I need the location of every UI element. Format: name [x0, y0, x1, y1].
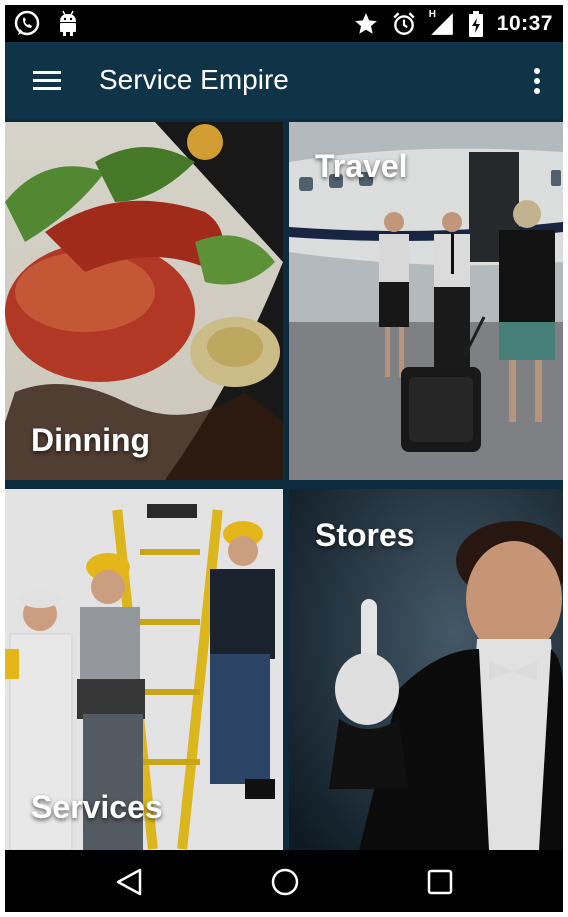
battery-charging-icon	[467, 10, 485, 38]
hamburger-menu-icon[interactable]	[31, 64, 65, 98]
app-bar: Service Empire	[5, 42, 563, 119]
tile-stores[interactable]: Stores	[289, 489, 563, 850]
star-icon	[353, 11, 379, 37]
tile-services[interactable]: Services	[5, 489, 283, 850]
android-icon	[55, 10, 81, 38]
tile-label-dinning: Dinning	[31, 422, 151, 458]
status-bar: H 10:37	[5, 5, 563, 42]
alarm-icon	[391, 11, 417, 37]
signal-icon: H	[428, 9, 455, 37]
recents-icon[interactable]	[424, 866, 456, 898]
home-icon[interactable]	[269, 866, 301, 898]
app-title: Service Empire	[99, 64, 289, 95]
tile-dinning[interactable]: Dinning	[5, 122, 283, 480]
tile-label-stores: Stores	[315, 517, 415, 553]
status-time: 10:37	[496, 12, 553, 35]
tile-label-services: Services	[31, 789, 163, 825]
tile-label-travel: Travel	[315, 148, 408, 184]
back-icon[interactable]	[114, 866, 146, 898]
whatsapp-icon	[13, 10, 41, 38]
more-vertical-icon[interactable]	[527, 64, 547, 98]
tile-travel[interactable]: Travel	[289, 122, 563, 480]
category-grid: Dinning Travel Services Stores	[5, 119, 563, 850]
navigation-bar	[5, 850, 563, 912]
network-type-label: H	[428, 9, 437, 20]
